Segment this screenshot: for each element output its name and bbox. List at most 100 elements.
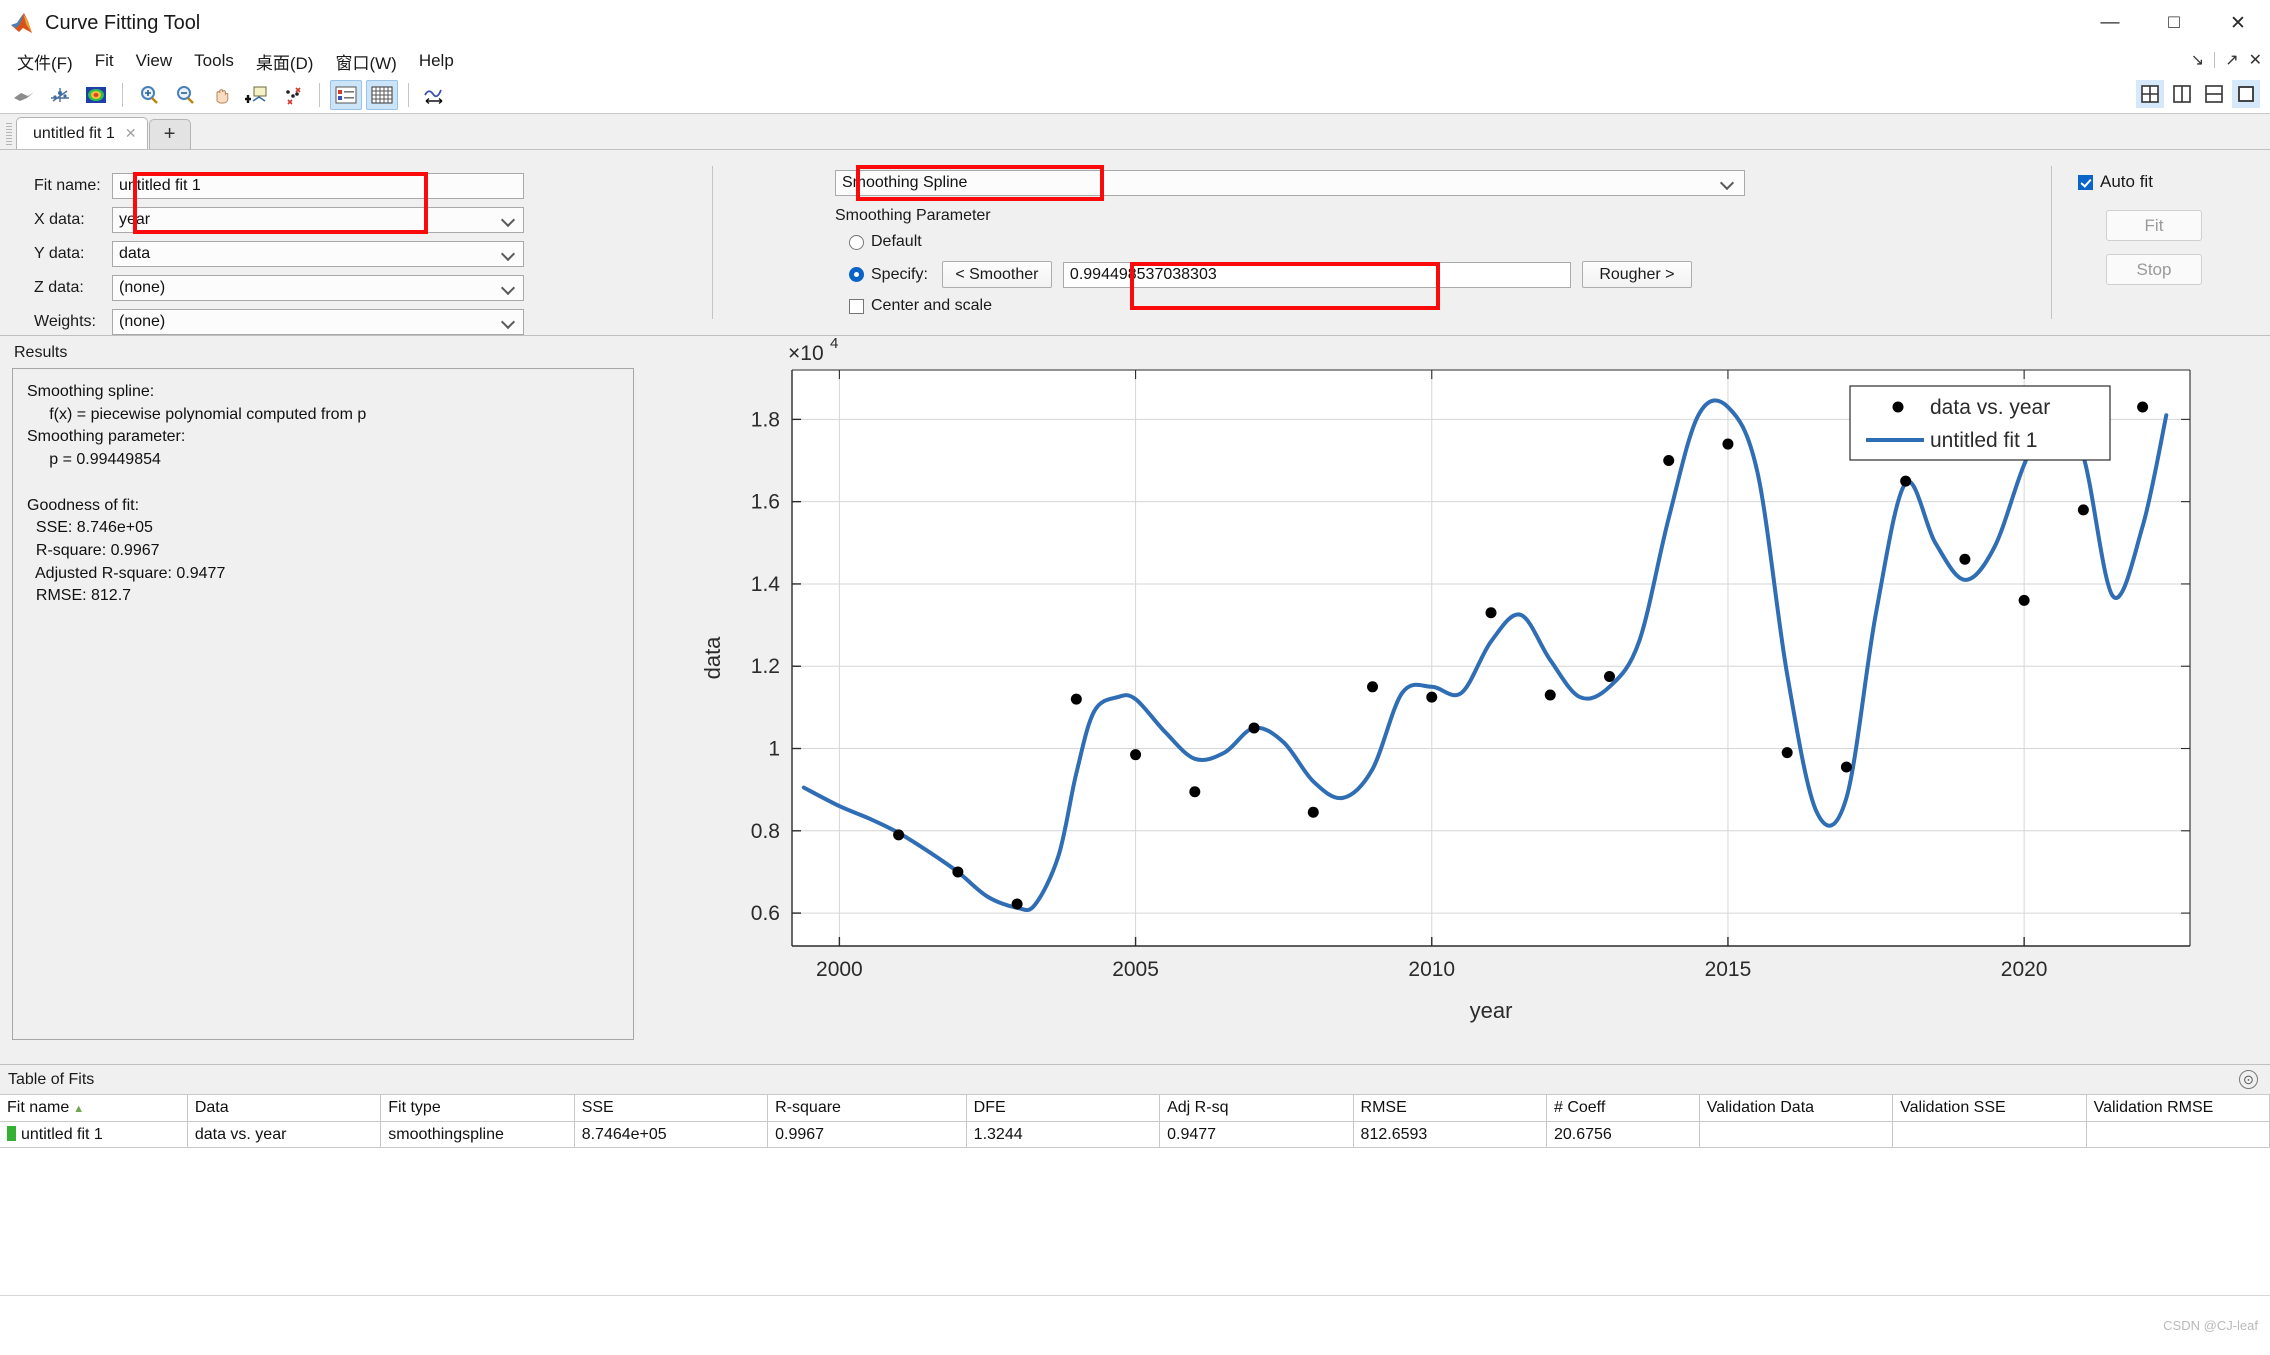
axes-limits-icon[interactable] [419,80,451,110]
contour-icon[interactable] [80,80,112,110]
minimize-button[interactable]: — [2078,0,2142,46]
specify-radio-row: Specify: < Smoother 0.994498537038303 Ro… [849,261,2051,288]
menu-view[interactable]: View [125,49,184,73]
menu-desktop[interactable]: 桌面(D) [245,47,325,76]
default-radio-icon[interactable] [849,234,864,250]
y-data-row: Y data: data [34,240,712,268]
undock-icon[interactable]: ↘ [2191,50,2204,70]
toolbar-separator-1 [122,82,123,107]
tab-untitled-fit-1[interactable]: untitled fit 1 ✕ [16,117,148,149]
window-controls: — □ ✕ [2078,0,2270,46]
layout-single-icon[interactable] [2232,80,2260,108]
svg-text:0.6: 0.6 [751,902,780,925]
col-sse[interactable]: SSE [574,1094,769,1122]
default-radio-row[interactable]: Default [849,233,2051,251]
collapse-panel-icon[interactable]: ⊙ [2239,1070,2258,1089]
status-area [0,1295,2270,1355]
auto-fit-row[interactable]: Auto fit [2078,172,2270,192]
results-text: Smoothing spline: f(x) = piecewise polyn… [12,368,634,1040]
maximize-button[interactable]: □ [2142,0,2206,46]
popout-icon[interactable]: ↗ [2225,50,2238,70]
y-data-select[interactable]: data [112,241,524,267]
z-data-select[interactable]: (none) [112,275,524,301]
cell-fit-name: untitled fit 1 [0,1121,188,1148]
data-cursor-icon[interactable] [241,80,273,110]
x-data-label: X data: [34,211,85,228]
cell-validation-rmse [2086,1121,2270,1148]
chart-svg[interactable]: 0.6 0.8 1 1.2 1.4 1.6 1.8 2000 2005 2010 2015 2020 ×… [646,336,2270,1064]
col-adj-r-sq[interactable]: Adj R-sq [1159,1094,1354,1122]
x-data-row: X data: year [34,206,712,234]
svg-text:data: data [700,636,725,680]
layout-vertical-icon[interactable] [2168,80,2196,108]
stop-button[interactable]: Stop [2106,254,2202,285]
table-of-fits-header: Table of Fits ⊙ [0,1064,2270,1094]
results-panel: Results Smoothing spline: f(x) = piecewi… [0,336,646,1064]
col-num-coeff[interactable]: # Coeff [1546,1094,1700,1122]
weights-select[interactable]: (none) [112,309,524,335]
specify-radio-icon[interactable] [849,267,864,282]
svg-text:1: 1 [768,738,780,761]
table-row[interactable]: untitled fit 1 data vs. year smoothingsp… [0,1121,2270,1148]
menu-file[interactable]: 文件(F) [6,47,84,76]
legend-icon[interactable] [330,79,362,110]
x-data-select[interactable]: year [112,207,524,233]
axes-icon[interactable] [44,80,76,110]
grid-icon[interactable] [366,79,398,110]
matlab-logo-icon [10,12,36,34]
col-fit-type[interactable]: Fit type [380,1094,575,1122]
center-and-scale-checkbox[interactable] [849,298,864,314]
cell-sse: 8.7464e+05 [574,1121,769,1148]
fit-button[interactable]: Fit [2106,210,2202,241]
col-validation-rmse[interactable]: Validation RMSE [2086,1094,2270,1122]
svg-text:2010: 2010 [1408,958,1455,981]
svg-text:data vs. year: data vs. year [1930,396,2050,419]
weights-row: Weights: (none) [34,308,712,336]
zoom-in-icon[interactable] [133,80,165,110]
results-title: Results [14,344,68,361]
smoothing-parameter-title: Smoothing Parameter [835,207,991,224]
menu-help[interactable]: Help [408,49,465,73]
col-validation-data[interactable]: Validation Data [1699,1094,1894,1122]
cell-r-square: 0.9967 [767,1121,967,1148]
main-toolbar [0,76,2270,114]
cell-fit-name-label: untitled fit 1 [21,1125,103,1143]
zoom-out-icon[interactable] [169,80,201,110]
auto-fit-checkbox[interactable] [2078,174,2093,190]
smoothing-parameter-input[interactable]: 0.994498537038303 [1062,261,1571,288]
panel-close-icon[interactable]: ✕ [2249,50,2262,70]
exclude-outliers-icon[interactable] [277,80,309,110]
menu-window[interactable]: 窗口(W) [324,47,407,76]
menu-tools[interactable]: Tools [183,49,245,73]
col-data[interactable]: Data [187,1094,382,1122]
menu-bar: 文件(F) Fit View Tools 桌面(D) 窗口(W) Help ↘ … [0,46,2270,76]
table-of-fits: Fit name ▲ Data Fit type SSE R-square DFE… [0,1094,2270,1148]
svg-text:0.8: 0.8 [751,820,780,843]
rougher-button[interactable]: Rougher > [1581,261,1692,288]
z-data-label: Z data: [34,279,84,296]
window-titlebar: Curve Fitting Tool — □ ✕ [0,0,2270,46]
fit-type-select[interactable]: Smoothing Spline [835,170,1745,196]
col-fit-name[interactable]: Fit name ▲ [0,1094,188,1122]
plot-panel[interactable]: 0.6 0.8 1 1.2 1.4 1.6 1.8 2000 2005 2010 2015 2020 ×… [646,336,2270,1064]
col-validation-sse[interactable]: Validation SSE [1892,1094,2087,1122]
cell-validation-sse [1892,1121,2087,1148]
table-header-row: Fit name ▲ Data Fit type SSE R-square DFE… [0,1094,2270,1122]
center-scale-row[interactable]: Center and scale [849,297,2051,315]
surface-icon[interactable] [8,80,40,110]
fit-name-row: Fit name: untitled fit 1 [34,172,712,200]
menu-fit[interactable]: Fit [84,49,125,73]
fit-name-input[interactable]: untitled fit 1 [112,173,524,199]
close-button[interactable]: ✕ [2206,0,2270,46]
col-dfe[interactable]: DFE [966,1094,1161,1122]
col-rmse[interactable]: RMSE [1353,1094,1547,1122]
col-r-square[interactable]: R-square [767,1094,967,1122]
fit-chart[interactable]: 0.6 0.8 1 1.2 1.4 1.6 1.8 2000 2005 2010 2015 2020 ×… [646,336,2270,1064]
pan-icon[interactable] [205,80,237,110]
smoother-button[interactable]: < Smoother [941,261,1052,288]
layout-quad-icon[interactable] [2136,80,2164,108]
layout-horizontal-icon[interactable] [2200,80,2228,108]
add-fit-tab-button[interactable]: + [148,119,191,149]
tab-close-icon[interactable]: ✕ [125,125,137,142]
weights-label: Weights: [34,313,96,330]
